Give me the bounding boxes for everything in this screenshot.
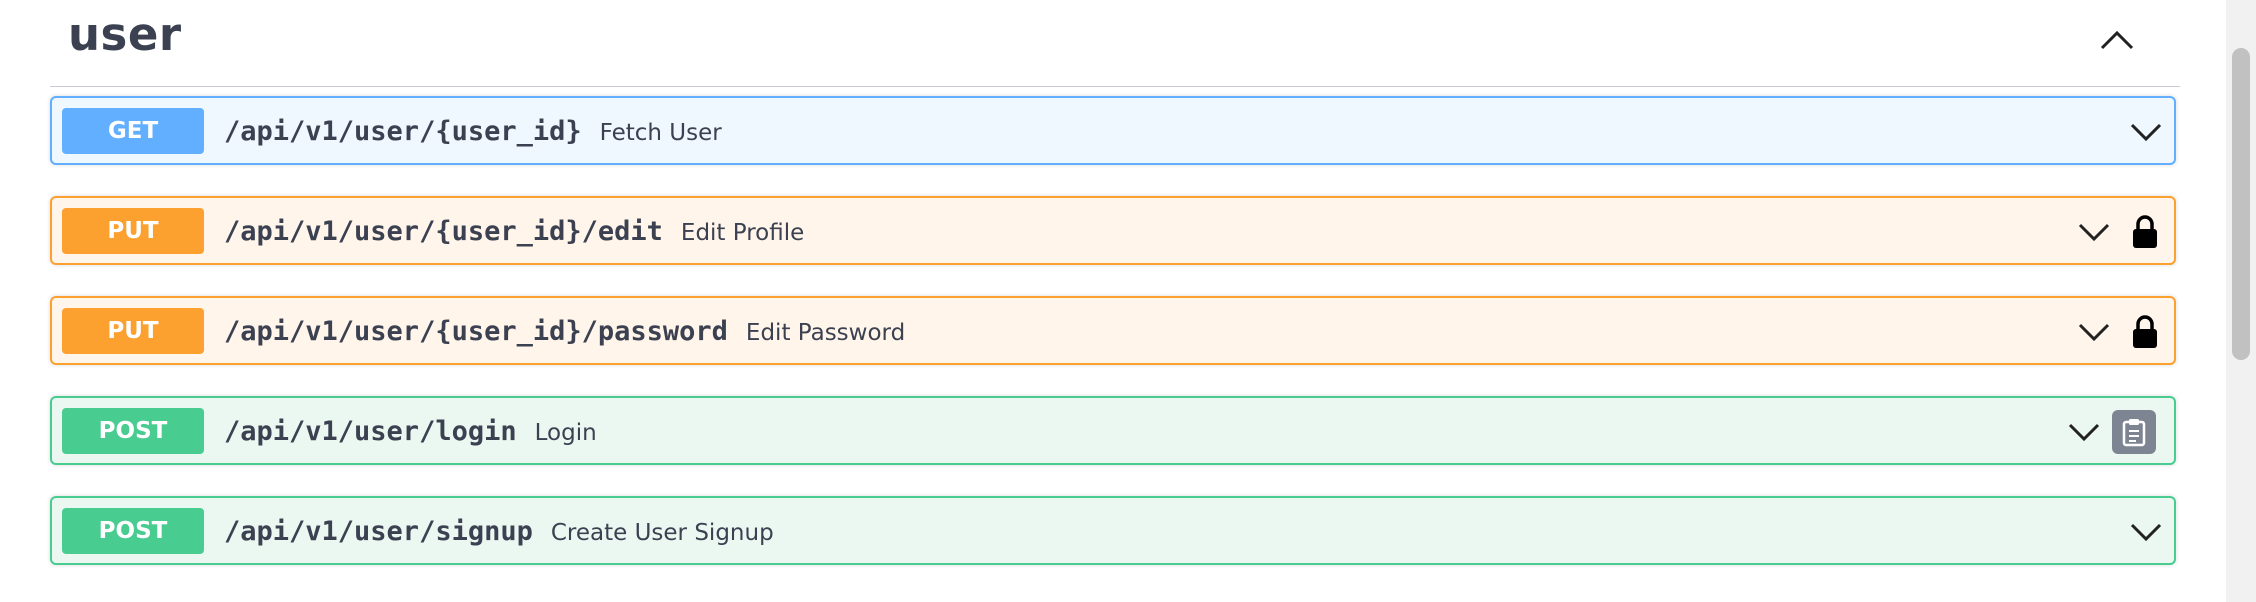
- endpoint-path: /api/v1/user/signup Create User Signup: [224, 516, 774, 547]
- lock-icon: [2133, 315, 2157, 348]
- endpoint-summary: Login: [534, 420, 597, 446]
- path-text: /api/v1/user/signup: [224, 516, 533, 547]
- chevron-down-icon: [2068, 423, 2100, 442]
- lock-button[interactable]: [2130, 314, 2160, 350]
- chevron-down-icon: [2130, 123, 2162, 142]
- operation-signup[interactable]: POST /api/v1/user/signup Create User Sign…: [50, 496, 2176, 565]
- chevron-down-icon: [2078, 223, 2110, 242]
- collapse-button[interactable]: [2094, 20, 2140, 60]
- path-text: /api/v1/user/{user_id}: [224, 116, 582, 147]
- operation-get-user[interactable]: GET /api/v1/user/{user_id} Fetch User: [50, 96, 2176, 165]
- endpoint-path: /api/v1/user/{user_id}/password Edit Pass…: [224, 316, 905, 347]
- path-text: /api/v1/user/login: [224, 416, 517, 447]
- endpoint-summary: Create User Signup: [550, 520, 774, 546]
- copy-to-clipboard-button[interactable]: [2112, 410, 2156, 454]
- endpoint-path: /api/v1/user/login Login: [224, 416, 597, 447]
- clipboard-icon: [2122, 419, 2146, 447]
- method-badge: PUT: [62, 308, 204, 354]
- expand-button[interactable]: [2128, 114, 2164, 150]
- method-badge: PUT: [62, 208, 204, 254]
- section-title[interactable]: user: [68, 8, 182, 61]
- section-header[interactable]: user: [50, 0, 2180, 87]
- operation-edit-password[interactable]: PUT /api/v1/user/{user_id}/password Edit …: [50, 296, 2176, 365]
- lock-button[interactable]: [2130, 214, 2160, 250]
- path-text: /api/v1/user/{user_id}/edit: [224, 216, 663, 247]
- endpoint-summary: Edit Password: [745, 320, 906, 346]
- chevron-up-icon: [2100, 30, 2134, 50]
- lock-icon: [2133, 215, 2157, 248]
- endpoint-summary: Fetch User: [599, 120, 722, 146]
- vertical-scrollbar[interactable]: [2226, 0, 2256, 602]
- scrollbar-thumb[interactable]: [2232, 48, 2250, 360]
- chevron-down-icon: [2130, 523, 2162, 542]
- endpoint-summary: Edit Profile: [680, 220, 805, 246]
- chevron-down-icon: [2078, 323, 2110, 342]
- operation-edit-profile[interactable]: PUT /api/v1/user/{user_id}/edit Edit Prof…: [50, 196, 2176, 265]
- endpoint-path: /api/v1/user/{user_id} Fetch User: [224, 116, 722, 147]
- method-badge: POST: [62, 408, 204, 454]
- expand-button[interactable]: [2076, 214, 2112, 250]
- endpoint-path: /api/v1/user/{user_id}/edit Edit Profile: [224, 216, 804, 247]
- expand-button[interactable]: [2066, 414, 2102, 450]
- operation-login[interactable]: POST /api/v1/user/login Login: [50, 396, 2176, 465]
- method-badge: POST: [62, 508, 204, 554]
- user-section: user GET /api/v1/user/{user_id} Fetch Use…: [50, 0, 2180, 565]
- method-badge: GET: [62, 108, 204, 154]
- expand-button[interactable]: [2076, 314, 2112, 350]
- path-text: /api/v1/user/{user_id}/password: [224, 316, 728, 347]
- expand-button[interactable]: [2128, 514, 2164, 550]
